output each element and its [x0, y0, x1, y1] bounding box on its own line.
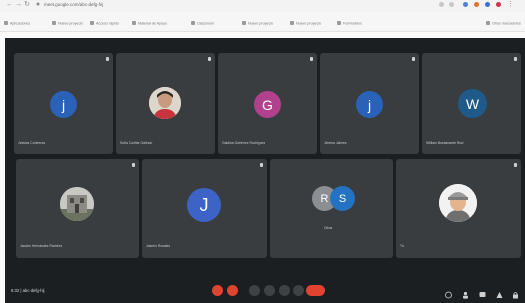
- mic-off-icon: [310, 57, 313, 61]
- info-icon[interactable]: [445, 286, 452, 299]
- star-icon[interactable]: [449, 2, 454, 7]
- meeting-stage: j Jessica Contreras Sofía Cuéllar Galind…: [5, 38, 525, 303]
- participant-name: Tú: [400, 244, 404, 248]
- participant-name: Sofía Cuéllar Galindo: [120, 141, 153, 145]
- hangup-button[interactable]: [306, 285, 325, 296]
- avatar: W: [458, 89, 487, 118]
- extension-icon[interactable]: [485, 2, 490, 7]
- avatar: j: [356, 91, 383, 118]
- mic-off-icon: [260, 163, 263, 167]
- bookmark-item[interactable]: Acceso rápido: [90, 21, 119, 27]
- bookmark-item[interactable]: Nuevo proyecto: [242, 21, 273, 27]
- bookmark-item[interactable]: Material de Apoyo: [132, 21, 167, 27]
- participant-tile[interactable]: j Jimena Jaimes: [320, 53, 419, 154]
- participant-name: Jazmín Rosales: [146, 244, 171, 248]
- participant-tile[interactable]: G Galdina Gutiérrez Rodríguez: [218, 53, 317, 154]
- mic-toggle-button[interactable]: [212, 285, 223, 296]
- address-bar[interactable]: meet.google.com/abc-defg-hij: [44, 1, 103, 9]
- extension-icon[interactable]: [474, 2, 479, 7]
- participant-tile[interactable]: Jacobo Hernández Ramírez: [16, 159, 139, 258]
- captions-button[interactable]: [249, 285, 260, 296]
- avatar: [149, 87, 181, 119]
- participant-name: William Bustamante Ruiz: [426, 141, 464, 145]
- chat-icon[interactable]: [479, 286, 486, 297]
- bookmark-item[interactable]: Classroom: [191, 21, 214, 27]
- more-options-button[interactable]: [293, 285, 304, 296]
- participant-tile-self[interactable]: Tú: [396, 159, 521, 258]
- avatar: [60, 187, 94, 221]
- camera-toggle-button[interactable]: [227, 285, 238, 296]
- participant-tile-group[interactable]: R S Otros: [270, 159, 393, 258]
- people-icon[interactable]: [462, 286, 469, 299]
- meeting-details[interactable]: 6:32 | abc-defg-hij: [11, 288, 44, 294]
- participant-tile[interactable]: J Jazmín Rosales: [142, 159, 267, 258]
- avatar: S: [330, 186, 355, 211]
- participant-name: Jimena Jaimes: [324, 141, 347, 145]
- mic-off-icon: [132, 163, 135, 167]
- present-button[interactable]: [264, 285, 275, 296]
- lock-icon: ●: [35, 1, 41, 8]
- raise-hand-button[interactable]: [279, 285, 290, 296]
- activities-icon[interactable]: [496, 286, 503, 298]
- extension-icon[interactable]: [463, 2, 468, 7]
- bookmark-item[interactable]: Nuevo proyecto: [52, 21, 83, 27]
- group-label: Otros: [324, 226, 333, 230]
- forward-icon[interactable]: →: [15, 1, 22, 8]
- participant-name: Jacobo Hernández Ramírez: [20, 244, 63, 248]
- mic-off-icon: [514, 57, 517, 61]
- bookmark-item[interactable]: Aplicaciones: [4, 21, 30, 27]
- mic-off-icon: [106, 57, 109, 61]
- browser-toolbar: ← → ↻ ● meet.google.com/abc-defg-hij ⋮: [0, 0, 525, 12]
- participant-tile[interactable]: Sofía Cuéllar Galindo: [116, 53, 215, 154]
- back-icon[interactable]: ←: [6, 1, 13, 8]
- participant-tile[interactable]: W William Bustamante Ruiz: [422, 53, 521, 154]
- participant-name: Jessica Contreras: [18, 141, 46, 145]
- avatar: j: [50, 91, 77, 118]
- lock-icon[interactable]: [512, 286, 519, 299]
- mic-off-icon: [514, 163, 517, 167]
- bookmark-item[interactable]: Nuevo proyecto: [290, 21, 321, 27]
- avatar: [439, 184, 477, 222]
- reload-icon[interactable]: ↻: [24, 1, 30, 8]
- avatar: J: [187, 188, 221, 222]
- share-icon[interactable]: [439, 2, 444, 7]
- bookmarks-bar: Aplicaciones Nuevo proyecto Acceso rápid…: [0, 12, 525, 32]
- other-bookmarks[interactable]: Otros marcadores: [486, 21, 521, 27]
- mic-off-icon: [208, 57, 211, 61]
- avatar: G: [254, 91, 281, 118]
- participant-tile[interactable]: j Jessica Contreras: [14, 53, 113, 154]
- bookmark-item[interactable]: Formularios: [337, 21, 362, 27]
- profile-icon[interactable]: [496, 2, 501, 7]
- participant-name: Galdina Gutiérrez Rodríguez: [222, 141, 266, 145]
- mic-off-icon: [412, 57, 415, 61]
- menu-icon[interactable]: ⋮: [507, 1, 514, 8]
